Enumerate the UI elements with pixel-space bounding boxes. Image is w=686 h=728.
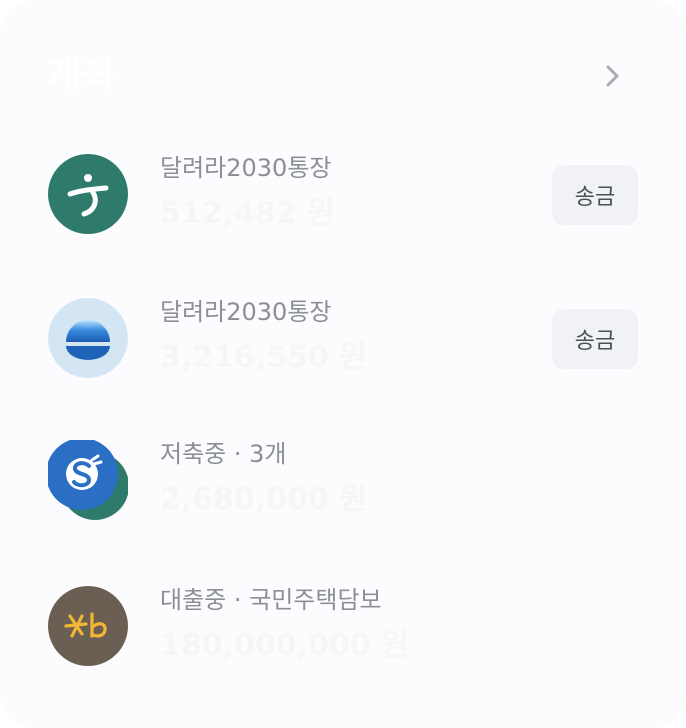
account-balance: 3,216,550 원 xyxy=(160,340,367,375)
hana-bank-logo-icon xyxy=(48,154,128,234)
account-name: 대출중 · 국민주택담보 xyxy=(160,586,382,614)
send-button[interactable]: 송금 xyxy=(552,309,638,369)
account-row[interactable]: 달려라2030통장 3,216,550 원 송금 xyxy=(48,298,638,378)
shinhan-bank-logo-icon xyxy=(48,440,128,520)
kb-bank-logo-icon xyxy=(48,586,128,666)
section-title: 계좌 xyxy=(46,53,116,97)
accounts-header[interactable]: 계좌 xyxy=(46,50,626,104)
account-name: 저축중 · 3개 xyxy=(160,440,287,468)
account-name: 달려라2030통장 xyxy=(160,298,332,326)
account-row[interactable]: 달려라2030통장 512,482 원 송금 xyxy=(48,154,638,234)
account-name: 달려라2030통장 xyxy=(160,154,332,182)
account-balance: 2,680,000 원 xyxy=(160,482,367,517)
send-button[interactable]: 송금 xyxy=(552,165,638,225)
account-row[interactable]: 저축중 · 3개 2,680,000 원 xyxy=(48,440,638,520)
accounts-card: 계좌 달려라2030통장 512,482 원 송금 달려라2030통장 3,21… xyxy=(0,0,686,728)
account-balance: 180,000,000 원 xyxy=(160,628,409,663)
account-balance: 512,482 원 xyxy=(160,196,335,231)
chevron-right-icon[interactable] xyxy=(598,62,626,90)
woori-bank-logo-icon xyxy=(48,298,128,378)
account-row[interactable]: 대출중 · 국민주택담보 180,000,000 원 xyxy=(48,586,638,666)
